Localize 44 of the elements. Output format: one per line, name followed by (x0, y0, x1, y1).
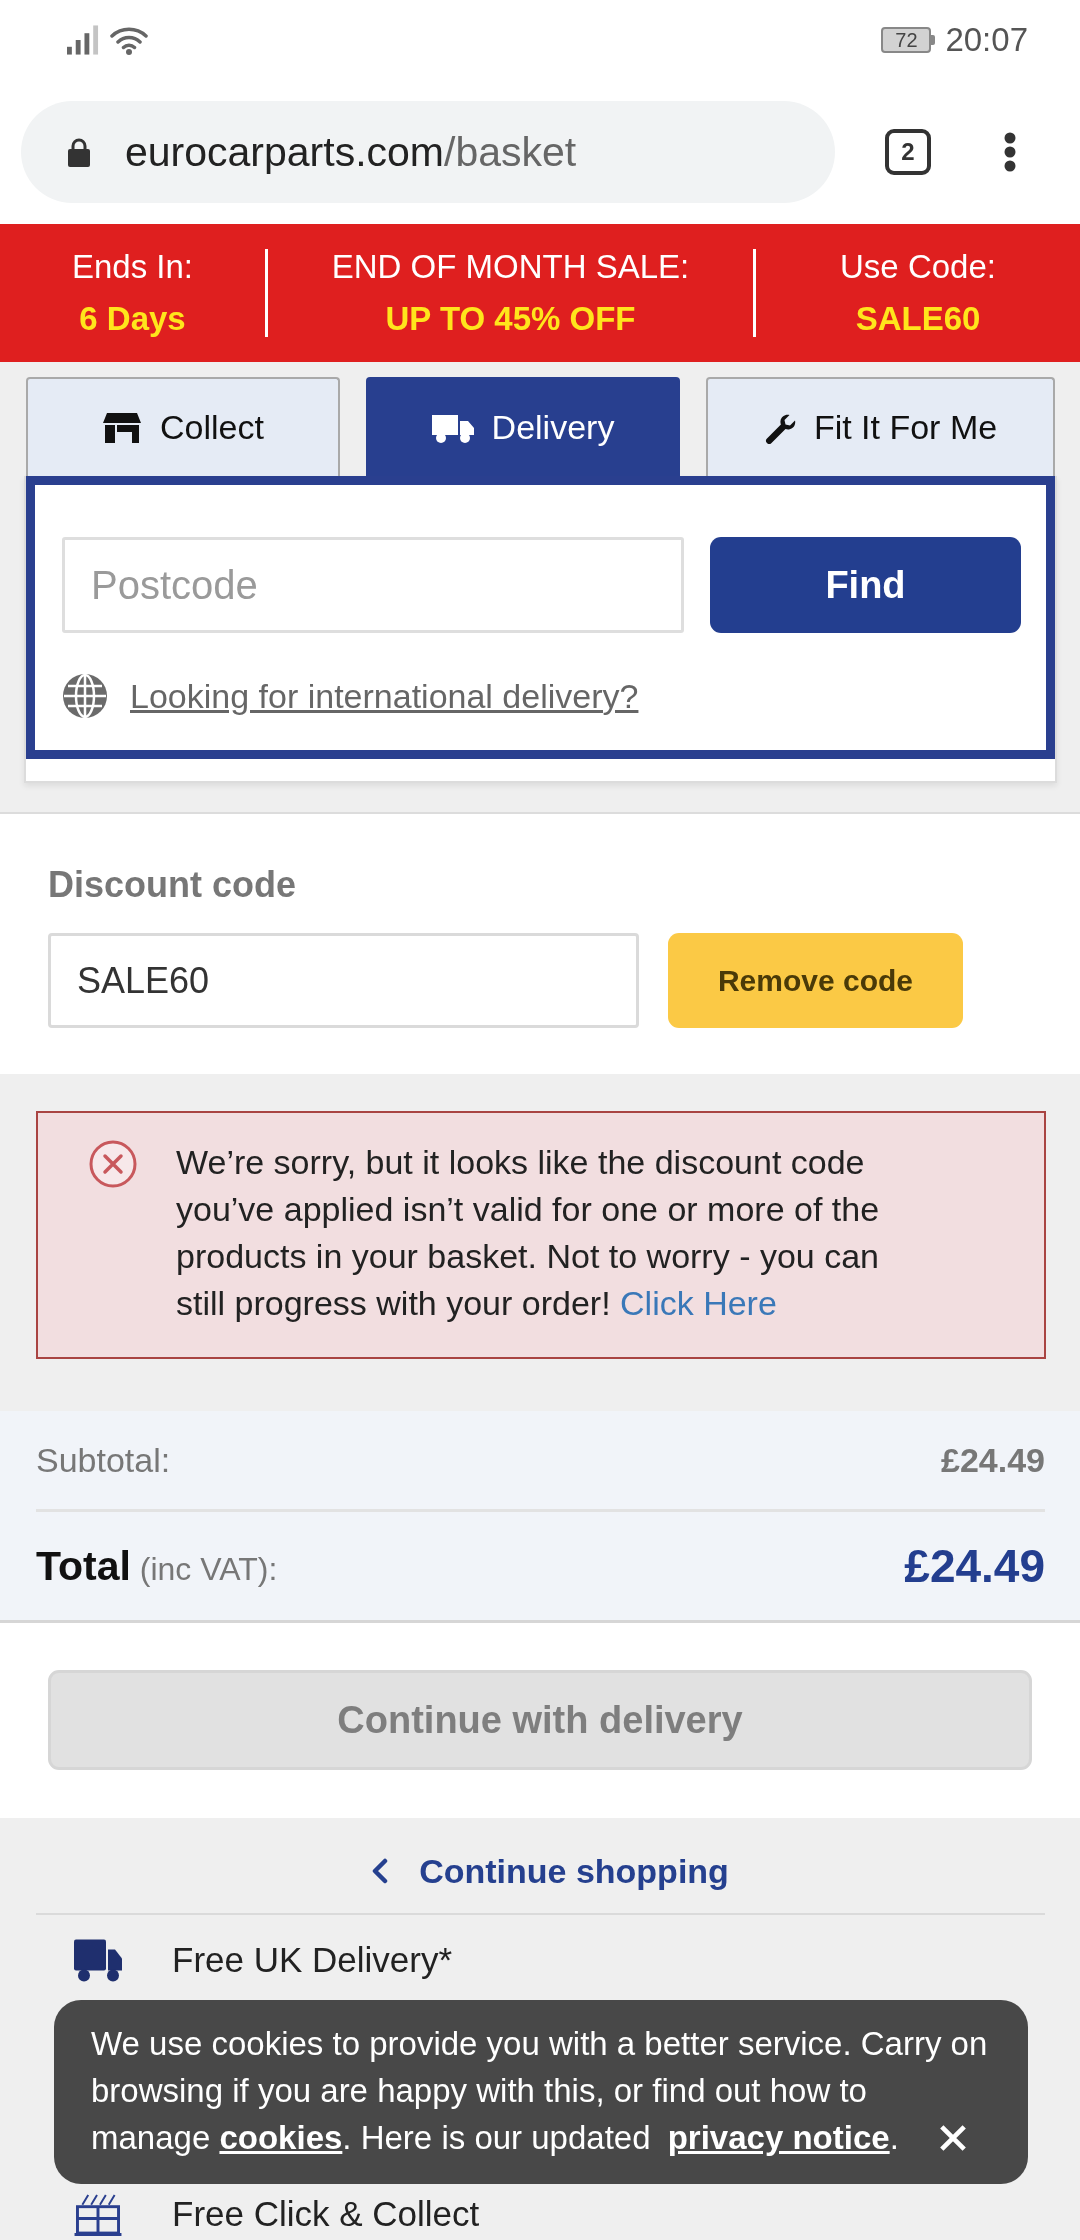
address-bar[interactable]: eurocarparts.com/basket (21, 101, 835, 203)
postcode-input[interactable]: Postcode (62, 537, 684, 633)
privacy-notice-link[interactable]: privacy notice (667, 2119, 890, 2156)
signal-icon (67, 25, 100, 55)
click-here-link[interactable]: Click Here (620, 1284, 777, 1322)
url-text: eurocarparts.com/basket (125, 128, 577, 176)
truck-icon (431, 412, 474, 443)
error-message-text: We’re sorry, but it looks like the discount code you’ve applied isn’t valid for one or more of the products in your basket. Not to worry - you can still progress with your order! Click Here (176, 1142, 881, 1324)
total-value: £24.49 (904, 1539, 1045, 1593)
battery-indicator: 72 (881, 27, 936, 53)
globe-icon (62, 673, 108, 719)
promo-label: Ends In: (71, 247, 194, 287)
delivery-option-tab[interactable]: Delivery (366, 377, 680, 476)
close-icon[interactable] (938, 2124, 967, 2152)
find-button[interactable]: Find (710, 537, 1021, 633)
international-delivery-link[interactable]: Looking for international delivery? (130, 676, 639, 716)
subtotal-value: £24.49 (941, 1440, 1045, 1480)
subtotal-label: Subtotal: (36, 1440, 171, 1480)
discount-code-label: Discount code (48, 863, 297, 907)
error-icon (88, 1139, 138, 1189)
promo-value: UP TO 45% OFF (385, 299, 636, 339)
promo-label: END OF MONTH SALE: (331, 247, 690, 287)
cookies-link[interactable]: cookies (219, 2119, 343, 2156)
feature-text: Free UK Delivery* (172, 1940, 453, 1980)
cookie-notice-text: We use cookies to provide you with a better service. Carry on browsing if you are happy with this, or find out how to manage cookies. Here is our updated privacy notice. (91, 2024, 989, 2158)
wifi-icon (110, 25, 148, 55)
promo-value: SALE60 (855, 299, 981, 339)
tab-switcher-button[interactable]: 2 (885, 129, 931, 175)
total-label: Total (inc VAT): (36, 1542, 278, 1590)
menu-icon[interactable] (1004, 132, 1016, 172)
feature-text: Free Click & Collect (172, 2194, 480, 2234)
chevron-left-icon (371, 1858, 390, 1884)
store-icon (102, 411, 143, 444)
promo-value: 6 Days (79, 299, 186, 339)
remove-code-button[interactable]: Remove code (668, 933, 963, 1028)
status-time: 20:07 (945, 21, 1028, 59)
delivery-option-tab[interactable]: Collect (26, 377, 340, 476)
lock-icon (67, 137, 91, 167)
delivery-option-tab[interactable]: Fit It For Me (706, 377, 1055, 476)
continue-shopping-link[interactable]: Continue shopping (371, 1846, 729, 1896)
promo-label: Use Code: (840, 247, 996, 287)
truck-icon (74, 1938, 122, 1982)
store-icon (74, 2192, 122, 2236)
discount-code-input[interactable]: SALE60 (48, 933, 639, 1028)
